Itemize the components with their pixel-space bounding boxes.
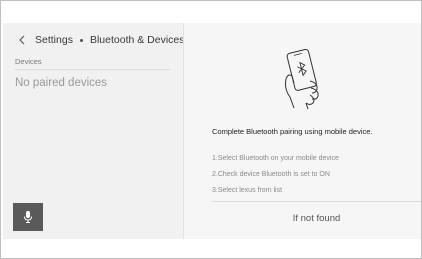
pairing-step: 1.Select Bluetooth on your mobile device — [212, 155, 339, 162]
bluetooth-screen: Settings Bluetooth & Devices Devices No … — [3, 23, 421, 239]
breadcrumb-settings[interactable]: Settings — [35, 34, 73, 46]
voice-button[interactable] — [13, 203, 43, 231]
no-devices-message: No paired devices — [15, 77, 108, 89]
phone-bluetooth-icon — [285, 48, 319, 110]
breadcrumb-separator — [79, 38, 83, 42]
pairing-pane: Complete Bluetooth pairing using mobile … — [184, 23, 421, 239]
back-button[interactable] — [17, 33, 27, 47]
bottom-band — [1, 239, 421, 258]
breadcrumb: Settings Bluetooth & Devices — [17, 32, 185, 48]
button-divider — [212, 201, 421, 202]
app-frame: Settings Bluetooth & Devices Devices No … — [0, 0, 422, 259]
chevron-left-icon — [19, 35, 25, 45]
if-not-found-button[interactable]: If not found — [212, 203, 421, 233]
devices-pane: Settings Bluetooth & Devices Devices No … — [3, 23, 185, 239]
devices-section-label: Devices — [15, 57, 42, 66]
pairing-step: 2.Check device Bluetooth is set to ON — [212, 171, 330, 178]
pairing-steps: 1.Select Bluetooth on your mobile device… — [212, 151, 339, 199]
breadcrumb-bluetooth-devices: Bluetooth & Devices — [89, 34, 185, 46]
microphone-icon — [24, 211, 32, 223]
pairing-step: 3.Select lexus from list — [212, 187, 283, 194]
section-divider — [15, 69, 171, 70]
pairing-instruction: Complete Bluetooth pairing using mobile … — [212, 127, 373, 136]
